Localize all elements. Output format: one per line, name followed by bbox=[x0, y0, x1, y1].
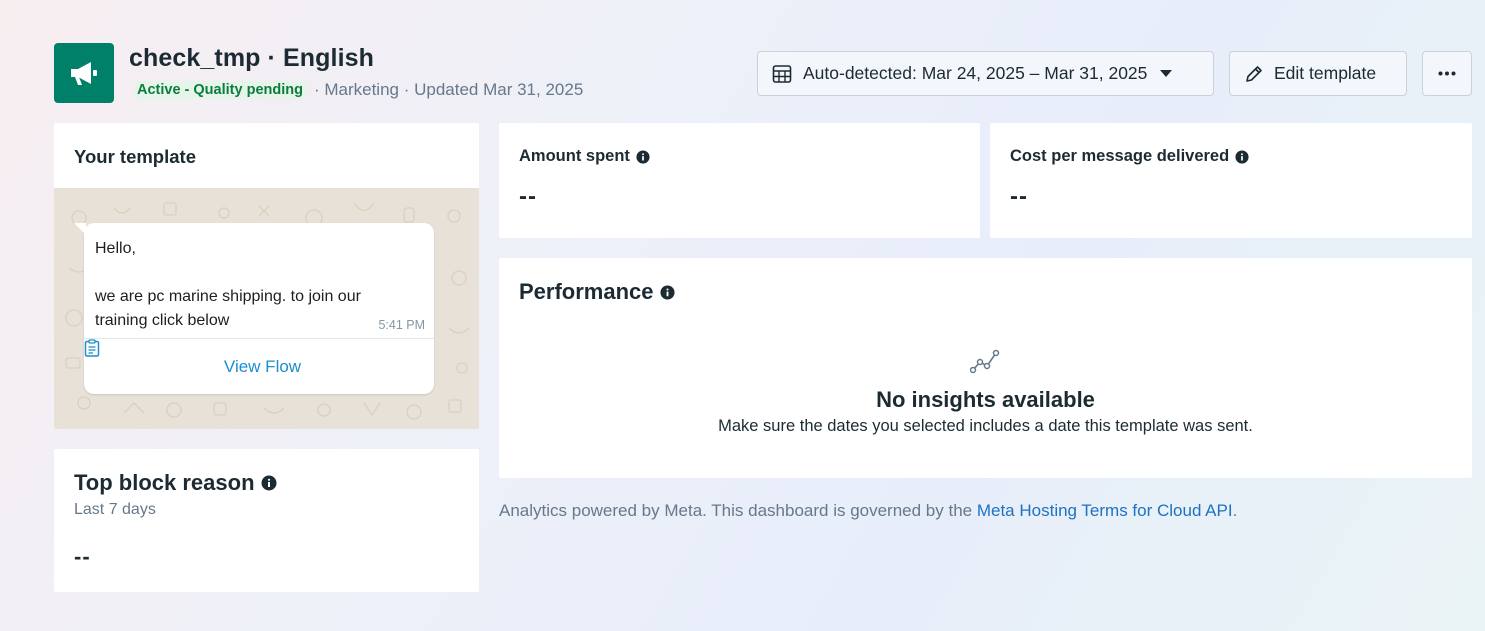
message-bubble: Hello, we are pc marine shipping. to joi… bbox=[74, 223, 434, 394]
page-title: check_tmp · English bbox=[129, 44, 375, 72]
edit-template-button[interactable]: Edit template bbox=[1229, 51, 1407, 96]
more-icon bbox=[1438, 71, 1456, 76]
pencil-icon bbox=[1246, 65, 1262, 82]
status-badge: Active - Quality pending bbox=[134, 81, 306, 99]
amount-spent-card: Amount spent -- bbox=[499, 123, 980, 238]
message-time: 5:41 PM bbox=[378, 318, 425, 332]
performance-title: Performance bbox=[519, 279, 675, 305]
template-subtitle: Active - Quality pending · Marketing · U… bbox=[134, 80, 583, 100]
footer-suffix: . bbox=[1232, 501, 1238, 520]
cost-per-message-card: Cost per message delivered -- bbox=[990, 123, 1472, 238]
view-flow-label: View Flow bbox=[223, 356, 302, 376]
edit-template-label: Edit template bbox=[1274, 63, 1377, 83]
date-range-button[interactable]: Auto-detected: Mar 24, 2025 – Mar 31, 20… bbox=[757, 51, 1214, 96]
table-calendar-icon bbox=[772, 64, 792, 83]
no-insights-text: Make sure the dates you selected include… bbox=[718, 417, 1253, 435]
performance-title-text: Performance bbox=[519, 279, 654, 304]
top-block-title: Top block reason bbox=[74, 470, 277, 496]
amount-spent-title-text: Amount spent bbox=[519, 147, 630, 165]
top-block-title-text: Top block reason bbox=[74, 470, 255, 495]
info-icon[interactable] bbox=[261, 475, 277, 491]
analytics-footer: Analytics powered by Meta. This dashboar… bbox=[499, 501, 1237, 521]
cost-per-message-value: -- bbox=[1010, 183, 1028, 210]
more-options-button[interactable] bbox=[1422, 51, 1472, 96]
message-body: Hello, we are pc marine shipping. to joi… bbox=[95, 240, 361, 329]
bubble-tail bbox=[74, 223, 86, 235]
footer-text: Analytics powered by Meta. This dashboar… bbox=[499, 501, 977, 520]
date-range-label: Auto-detected: Mar 24, 2025 – Mar 31, 20… bbox=[803, 63, 1148, 83]
cost-per-message-title-text: Cost per message delivered bbox=[1010, 147, 1230, 165]
chat-wallpaper: Hello, we are pc marine shipping. to joi… bbox=[54, 188, 479, 429]
info-icon[interactable] bbox=[1235, 149, 1249, 164]
top-block-period: Last 7 days bbox=[74, 501, 156, 518]
terms-link[interactable]: Meta Hosting Terms for Cloud API bbox=[977, 501, 1233, 520]
view-flow-button[interactable]: View Flow bbox=[84, 339, 434, 394]
cost-per-message-title: Cost per message delivered bbox=[1010, 147, 1249, 166]
amount-spent-title: Amount spent bbox=[519, 147, 650, 166]
caret-down-icon bbox=[1160, 69, 1173, 77]
info-icon[interactable] bbox=[636, 149, 650, 164]
template-card-title: Your template bbox=[74, 146, 196, 167]
info-icon[interactable] bbox=[659, 284, 675, 300]
top-block-reason-card: Top block reason Last 7 days -- bbox=[54, 449, 479, 592]
performance-card: Performance No insights available Make s… bbox=[499, 258, 1472, 478]
template-megaphone-icon bbox=[54, 43, 114, 103]
amount-spent-value: -- bbox=[519, 183, 537, 210]
clipboard-icon bbox=[84, 339, 100, 357]
no-insights-title: No insights available bbox=[876, 387, 1095, 412]
template-meta: · Marketing · Updated Mar 31, 2025 bbox=[313, 80, 584, 99]
line-chart-icon bbox=[970, 349, 1000, 374]
top-block-value: -- bbox=[74, 544, 91, 569]
template-preview-card: Your template Hello, we are pc marine sh… bbox=[54, 123, 479, 429]
